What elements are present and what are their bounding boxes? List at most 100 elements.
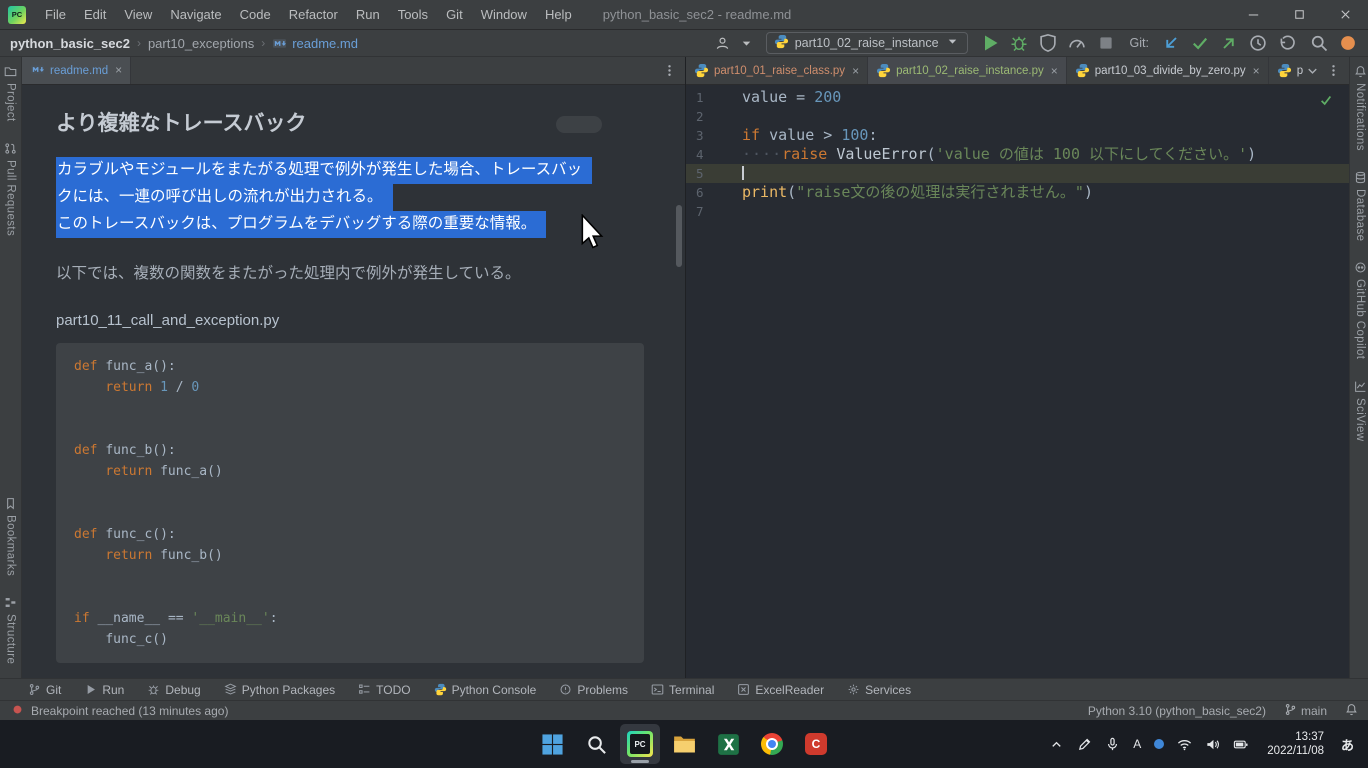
git-branch[interactable]: main [1284, 703, 1327, 719]
menu-window[interactable]: Window [472, 0, 536, 30]
update-button[interactable] [1161, 32, 1181, 54]
code-editor[interactable]: 1 value = 200 2 3 if value > 100: 4 ····… [686, 85, 1349, 678]
tool-stripe-database[interactable]: Database [1354, 171, 1367, 241]
editor-line[interactable]: 3 if value > 100: [686, 126, 1349, 145]
packages-icon [224, 683, 237, 696]
pen-icon[interactable] [1077, 737, 1092, 752]
editor-line[interactable]: 2 [686, 107, 1349, 126]
gutter-line-number[interactable]: 6 [686, 183, 732, 202]
breadcrumb-item[interactable]: python_basic_sec2 [10, 36, 130, 51]
gutter-line-number[interactable]: 3 [686, 126, 732, 145]
tool-window-git[interactable]: Git [28, 683, 61, 697]
tool-window-services[interactable]: Services [847, 683, 911, 697]
kebab-icon[interactable] [1326, 63, 1341, 78]
commit-button[interactable] [1190, 32, 1210, 54]
tool-window-todo[interactable]: TODO [358, 683, 410, 697]
tool-stripe-sciview[interactable]: SciView [1354, 380, 1367, 442]
menu-tools[interactable]: Tools [389, 0, 437, 30]
letter-a-icon[interactable]: A [1133, 737, 1141, 751]
taskbar-excel-app[interactable] [708, 724, 748, 764]
maximize-button[interactable] [1276, 0, 1322, 29]
tool-stripe-github-copilot[interactable]: GitHub Copilot [1354, 261, 1367, 359]
menu-run[interactable]: Run [347, 0, 389, 30]
tool-stripe-structure[interactable]: Structure [4, 596, 17, 664]
gutter-line-number[interactable]: 2 [686, 107, 732, 126]
push-button[interactable] [1219, 32, 1239, 54]
menu-git[interactable]: Git [437, 0, 472, 30]
run-config-select[interactable]: part10_02_raise_instance [766, 32, 968, 54]
chevron-down-icon[interactable] [1305, 63, 1320, 78]
battery-icon[interactable] [1233, 737, 1248, 752]
coverage-button[interactable] [1038, 32, 1058, 54]
breadcrumb-item[interactable]: readme.md [272, 36, 358, 51]
taskbar-clock[interactable]: 13:37 2022/11/08 [1267, 730, 1324, 758]
run-button[interactable] [980, 32, 1000, 54]
menu-edit[interactable]: Edit [75, 0, 115, 30]
menu-code[interactable]: Code [231, 0, 280, 30]
tool-window-problems[interactable]: Problems [559, 683, 628, 697]
menu-view[interactable]: View [115, 0, 161, 30]
wifi-icon[interactable] [1177, 737, 1192, 752]
gutter-line-number[interactable]: 7 [686, 202, 732, 221]
tool-window-debug[interactable]: Debug [147, 683, 200, 697]
search-button[interactable] [1309, 32, 1329, 54]
close-icon[interactable]: × [115, 63, 122, 77]
editor-tab[interactable]: p [1269, 57, 1305, 84]
tool-stripe-pull-requests[interactable]: Pull Requests [4, 142, 17, 236]
editor-line[interactable]: 5 [686, 164, 1349, 183]
menu-help[interactable]: Help [536, 0, 581, 30]
taskbar-search[interactable] [576, 724, 616, 764]
user-menu[interactable] [715, 36, 754, 51]
gutter-line-number[interactable]: 1 [686, 88, 732, 107]
editor-tab[interactable]: part10_02_raise_instance.py× [868, 57, 1067, 84]
editor-line[interactable]: 1 value = 200 [686, 88, 1349, 107]
stop-button[interactable] [1096, 32, 1116, 54]
breadcrumb-item[interactable]: part10_exceptions [148, 36, 254, 51]
close-icon[interactable]: × [1051, 65, 1058, 77]
menu-file[interactable]: File [36, 0, 75, 30]
markdown-preview-content[interactable]: より複雑なトレースバック カラブルやモジュールをまたがる処理で例外が発生した場合… [22, 85, 685, 678]
menu-refactor[interactable]: Refactor [280, 0, 347, 30]
taskbar-explorer[interactable] [664, 724, 704, 764]
rollback-button[interactable] [1277, 32, 1297, 54]
menu-navigate[interactable]: Navigate [161, 0, 230, 30]
tool-window-python-packages[interactable]: Python Packages [224, 683, 335, 697]
profiler-button[interactable] [1067, 32, 1087, 54]
tool-window-terminal[interactable]: Terminal [651, 683, 714, 697]
close-icon[interactable]: × [852, 65, 859, 77]
editor-line[interactable]: 7 [686, 202, 1349, 221]
volume-icon[interactable] [1205, 737, 1220, 752]
settings-sync-button[interactable] [1338, 32, 1358, 54]
ime-indicator[interactable]: あ [1341, 735, 1354, 754]
mic-icon[interactable] [1105, 737, 1120, 752]
tool-window-excelreader[interactable]: ExcelReader [737, 683, 824, 697]
tab-readme-md[interactable]: readme.md × [22, 57, 131, 84]
preview-scrollbar-thumb[interactable] [676, 205, 682, 267]
tool-stripe-bookmarks[interactable]: Bookmarks [4, 497, 17, 576]
minimize-button[interactable] [1230, 0, 1276, 29]
excel-tool-icon [737, 683, 750, 696]
tool-stripe-notifications[interactable]: Notifications [1354, 65, 1367, 151]
close-icon[interactable]: × [1253, 65, 1260, 77]
history-button[interactable] [1248, 32, 1268, 54]
editor-line[interactable]: 4 ····raise ValueError('value の値は 100 以下… [686, 145, 1349, 164]
taskbar-windows[interactable] [532, 724, 572, 764]
kebab-icon[interactable] [662, 63, 677, 78]
python-interpreter[interactable]: Python 3.10 (python_basic_sec2) [1088, 704, 1266, 718]
bell-icon[interactable] [1345, 703, 1358, 716]
taskbar-pycharm[interactable]: PC [620, 724, 660, 764]
chevron-up-icon[interactable] [1049, 737, 1064, 752]
blue-dot-icon[interactable] [1154, 739, 1164, 749]
taskbar-red-app[interactable]: C [796, 724, 836, 764]
editor-line[interactable]: 6 print("raise文の後の処理は実行されません。") [686, 183, 1349, 202]
close-button[interactable] [1322, 0, 1368, 29]
tool-stripe-project[interactable]: Project [4, 65, 17, 122]
gutter-line-number[interactable]: 5 [686, 164, 732, 183]
editor-tab[interactable]: part10_03_divide_by_zero.py× [1067, 57, 1269, 84]
debug-button[interactable] [1009, 32, 1029, 54]
tool-window-python-console[interactable]: Python Console [434, 683, 537, 697]
tool-window-run[interactable]: Run [84, 683, 124, 697]
taskbar-chrome[interactable] [752, 724, 792, 764]
gutter-line-number[interactable]: 4 [686, 145, 732, 164]
editor-tab[interactable]: part10_01_raise_class.py× [686, 57, 868, 84]
